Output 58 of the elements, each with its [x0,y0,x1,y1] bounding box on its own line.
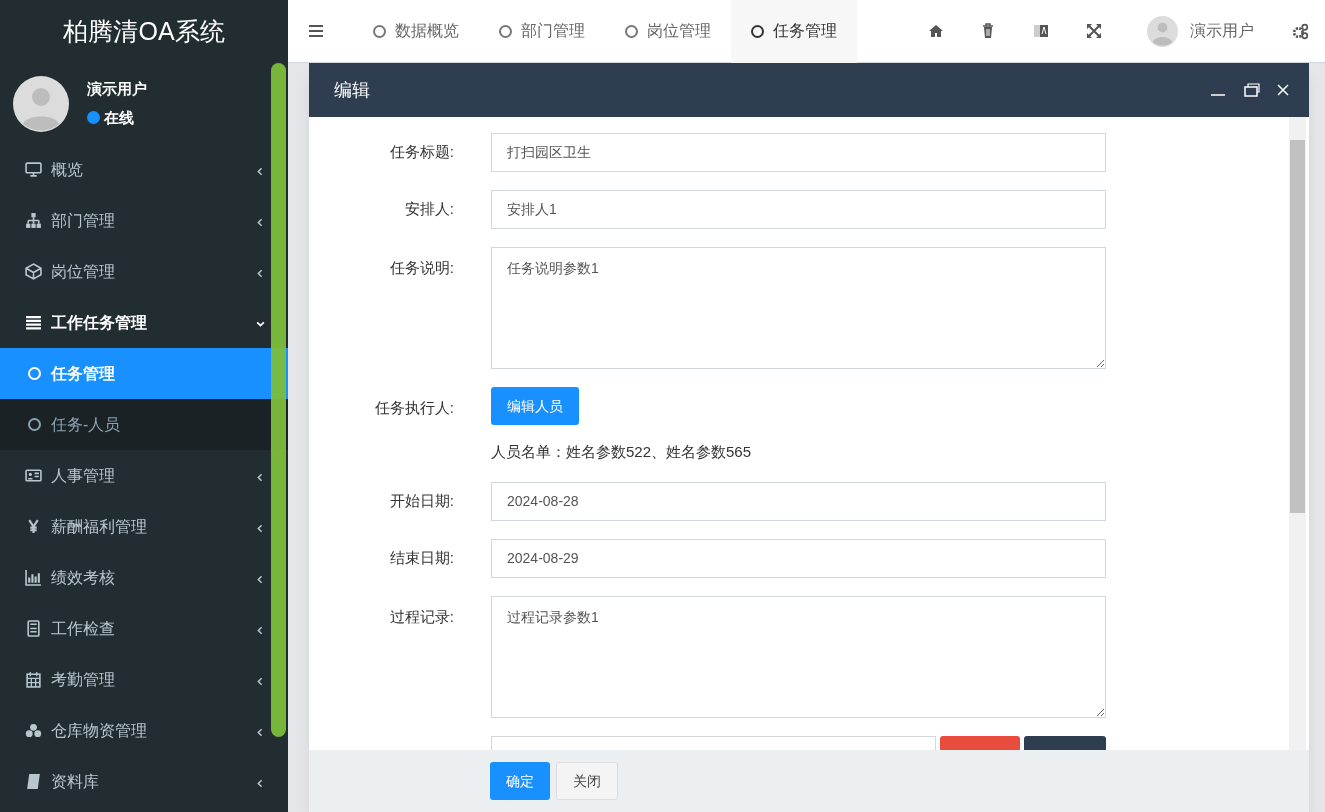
avatar [1147,15,1178,47]
user-name: 演示用户 [87,79,147,99]
text-input[interactable]: 打扫园区卫生 [491,133,1106,172]
app-title: 柏腾清OA系统 [62,15,226,47]
text-area[interactable]: 任务说明参数1 [491,247,1106,369]
cube-icon [25,263,42,280]
chevron-down-icon [255,319,266,330]
sidebar-item[interactable]: 概览 [0,144,288,195]
settings-icon[interactable] [1292,22,1309,40]
sidebar-item[interactable]: 工作任务管理 [0,297,288,348]
field-label: 开始日期: [388,490,454,511]
sidebar-item[interactable]: 绩效考核 [0,552,288,603]
people-list: 人员名单：姓名参数522、姓名参数565 [491,441,752,464]
text-input[interactable]: 2024-08-28 [491,481,1106,521]
avatar [13,75,69,132]
sidebar-item[interactable]: 岗位管理 [0,246,288,297]
bar-chart-icon [25,569,42,586]
menu-icon[interactable] [309,25,323,37]
close-icon[interactable] [1277,84,1289,96]
text-input[interactable]: 安排人1 [491,190,1106,229]
field-label: 安排人: [403,199,454,220]
monitor-icon [25,161,42,178]
field-label: 任务标题: [388,142,454,163]
scrollbar[interactable] [1289,117,1306,750]
tab[interactable]: 数据概览 [353,0,479,63]
sidebar-subitem[interactable]: 任务-人员 [0,399,288,450]
scrollbar-thumb[interactable] [271,63,286,737]
field-label: 过程记录: [388,606,454,627]
id-card-icon [25,467,42,484]
tab[interactable]: 部门管理 [479,0,605,63]
sidebar-item[interactable]: 薪酬福利管理 [0,501,288,552]
translate-icon[interactable] [1033,23,1049,39]
user-status: 在线 [104,107,134,128]
tab[interactable]: 岗位管理 [605,0,731,63]
sidebar-item[interactable]: 资料库 [0,756,288,807]
maximize-icon[interactable] [1244,83,1260,97]
scrollbar-thumb[interactable] [1290,140,1305,513]
sidebar-item[interactable]: 工作检查 [0,603,288,654]
field-label: 任务执行人: [373,398,454,418]
list-icon [25,314,42,331]
trash-icon[interactable] [980,23,996,39]
field-label: 结束日期: [388,547,454,568]
field-label: 任务说明: [388,258,454,278]
text-area[interactable]: 过程记录参数1 [491,595,1106,718]
close-button[interactable]: 关闭 [556,762,618,800]
dialog-title: 编辑 [334,78,371,102]
sidebar-item[interactable]: 仓库物资管理 [0,705,288,756]
sidebar-item[interactable]: 考勤管理 [0,654,288,705]
fullscreen-icon[interactable] [1086,23,1102,39]
sitemap-icon [25,212,42,229]
user-name[interactable]: 演示用户 [1190,19,1254,43]
text-input[interactable]: 2024-08-29 [491,538,1106,578]
sidebar-item[interactable]: 人事管理 [0,450,288,501]
home-icon[interactable] [928,23,944,39]
cubes-icon [25,722,42,739]
sidebar-item[interactable]: 部门管理 [0,195,288,246]
calendar-icon [25,671,42,688]
tab[interactable]: 任务管理 [731,0,857,63]
